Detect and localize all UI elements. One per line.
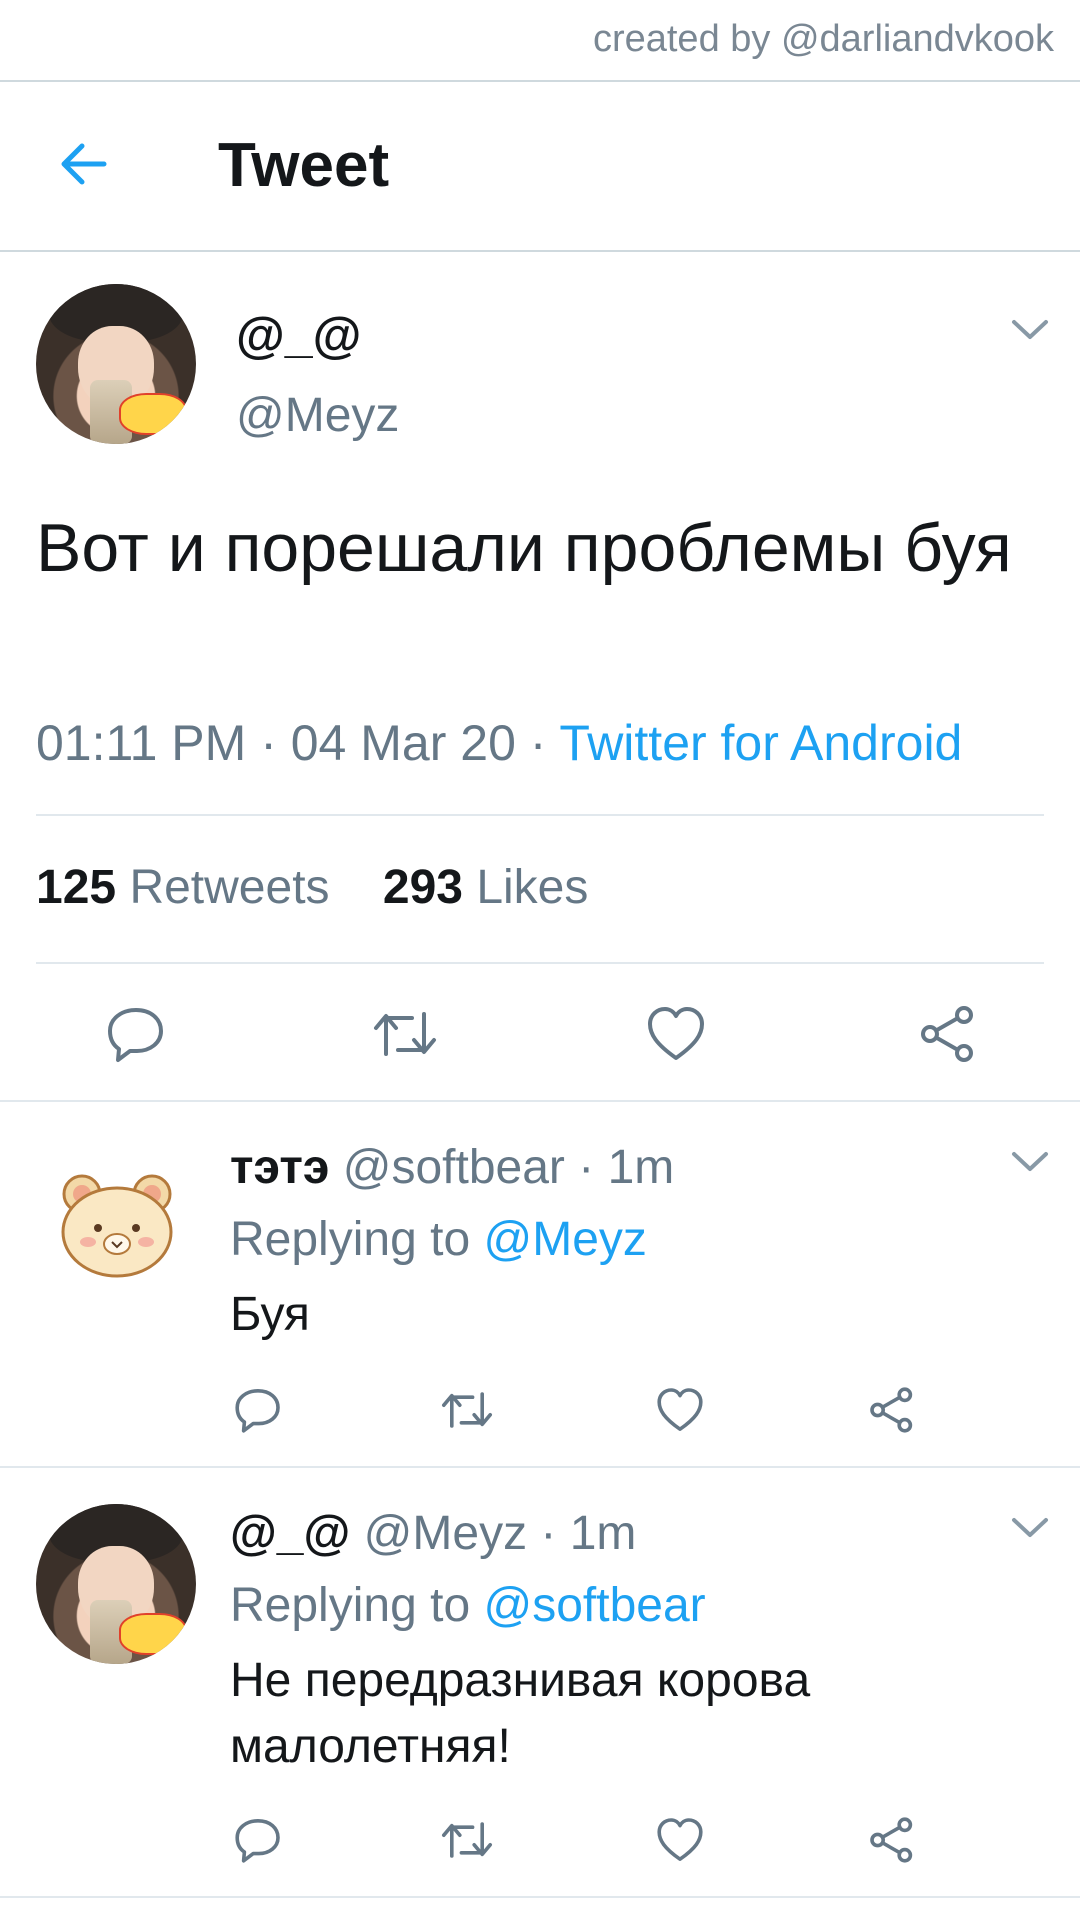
tweet-time: 01:11 PM: [36, 715, 247, 771]
chevron-down-icon: [1012, 320, 1048, 339]
bottom-divider: [0, 1896, 1080, 1898]
like-icon: [657, 1818, 703, 1861]
reply-time: 1m: [569, 1507, 637, 1560]
arrow-left-icon: [61, 143, 107, 185]
user-handle[interactable]: @Meyz: [236, 388, 399, 443]
share-icon: [870, 1817, 913, 1863]
reply-icon: [235, 1389, 280, 1433]
like-button[interactable]: [656, 1386, 704, 1434]
tweet-menu-button[interactable]: [1010, 318, 1050, 342]
retweets-stat[interactable]: 125 Retweets: [36, 861, 330, 914]
tweet-source-link[interactable]: Twitter for Android: [559, 715, 962, 771]
reply-display-name[interactable]: @_@: [230, 1507, 350, 1560]
reply-header: тэтэ @softbear · 1m: [230, 1140, 674, 1195]
replying-to-link[interactable]: @Meyz: [483, 1213, 646, 1266]
stats-divider-bottom: [36, 962, 1044, 964]
reply-button[interactable]: [234, 1816, 282, 1864]
replying-prefix: Replying to: [230, 1213, 484, 1266]
tweet-divider: [0, 1100, 1080, 1102]
reply-header: @_@ @Meyz · 1m: [230, 1506, 636, 1561]
replying-to: Replying to @Meyz: [230, 1212, 647, 1267]
reply-handle[interactable]: @softbear: [343, 1141, 565, 1194]
retweets-label: Retweets: [129, 861, 330, 914]
share-button[interactable]: [918, 1004, 978, 1064]
retweet-icon: [442, 1392, 493, 1428]
display-name[interactable]: @_@: [236, 306, 361, 364]
tweet-meta: 01:11 PM · 04 Mar 20 · Twitter for Andro…: [36, 714, 962, 772]
replying-prefix: Replying to: [230, 1579, 484, 1632]
reply-time: 1m: [607, 1141, 675, 1194]
tweet-stats: 125 Retweets 293 Likes: [36, 860, 588, 915]
meta-separator: ·: [527, 1507, 570, 1560]
tweet-text: Вот и порешали проблемы буя: [36, 510, 1012, 586]
replying-to-link[interactable]: @softbear: [483, 1579, 705, 1632]
chevron-down-icon: [1012, 1518, 1048, 1537]
share-button[interactable]: [868, 1386, 916, 1434]
retweet-button[interactable]: [440, 1386, 494, 1434]
reply-icon: [235, 1819, 280, 1863]
reply-menu-button[interactable]: [1010, 1516, 1050, 1540]
likes-label: Likes: [476, 861, 589, 914]
likes-count: 293: [382, 861, 463, 914]
share-icon: [870, 1387, 913, 1433]
reply-text: Не передразнивая корова малолетняя!: [230, 1654, 811, 1773]
like-button[interactable]: [646, 1004, 706, 1064]
retweet-button[interactable]: [440, 1816, 494, 1864]
like-button[interactable]: [656, 1816, 704, 1864]
reply-display-name[interactable]: тэтэ: [230, 1141, 329, 1194]
credit-text: created by @darliandvkook: [592, 18, 1054, 60]
likes-stat[interactable]: 293 Likes: [383, 861, 589, 914]
stats-divider-top: [36, 814, 1044, 816]
avatar[interactable]: [36, 1504, 196, 1664]
header-bar: Tweet: [0, 82, 1080, 252]
page-title: Tweet: [218, 131, 390, 200]
reply-text: Буя: [230, 1288, 310, 1341]
reply-icon: [108, 1008, 163, 1062]
chevron-down-icon: [1012, 1152, 1048, 1171]
retweets-count: 125: [36, 861, 117, 914]
meta-separator: ·: [246, 715, 291, 771]
share-button[interactable]: [868, 1816, 916, 1864]
retweet-icon: [374, 1012, 436, 1056]
back-button[interactable]: [56, 136, 112, 192]
share-icon: [921, 1006, 973, 1062]
retweet-icon: [442, 1822, 493, 1858]
meta-separator: ·: [515, 715, 560, 771]
reply-divider: [0, 1466, 1080, 1468]
reply-menu-button[interactable]: [1010, 1150, 1050, 1174]
reply-button[interactable]: [106, 1004, 166, 1064]
reply-handle[interactable]: @Meyz: [364, 1507, 527, 1560]
meta-separator: ·: [564, 1141, 608, 1194]
retweet-button[interactable]: [372, 1004, 438, 1064]
reply-button[interactable]: [234, 1386, 282, 1434]
avatar[interactable]: [58, 1170, 176, 1280]
like-icon: [648, 1007, 704, 1060]
replying-to: Replying to @softbear: [230, 1578, 706, 1633]
tweet-date: 04 Mar 20: [290, 715, 516, 771]
avatar[interactable]: [36, 284, 196, 444]
like-icon: [657, 1388, 703, 1431]
